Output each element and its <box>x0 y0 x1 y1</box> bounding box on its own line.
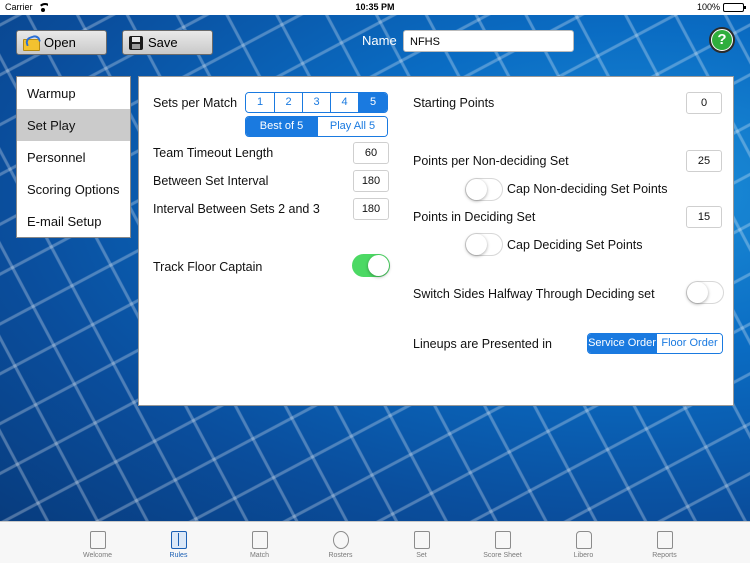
floppy-disk-icon <box>129 35 143 50</box>
name-input[interactable]: NFHS <box>403 30 574 52</box>
lineup-floor-order[interactable]: Floor Order <box>656 334 722 353</box>
save-button[interactable]: Save <box>122 30 213 55</box>
match-format-best-of[interactable]: Best of 5 <box>246 117 317 136</box>
save-button-label: Save <box>148 35 178 50</box>
help-icon: ? <box>712 30 732 50</box>
interval-sets-2-3-label: Interval Between Sets 2 and 3 <box>153 202 320 216</box>
between-set-interval-label: Between Set Interval <box>153 174 269 188</box>
battery-icon <box>723 3 746 12</box>
sidebar-item-label: Scoring Options <box>27 182 120 197</box>
lineup-service-order[interactable]: Service Order <box>588 334 656 353</box>
status-time: 10:35 PM <box>355 2 395 12</box>
tab-match[interactable]: Match <box>219 522 300 563</box>
tab-bar: Welcome Rules Match Rosters Set Score Sh… <box>0 521 750 563</box>
points-non-deciding-label: Points per Non-deciding Set <box>413 154 569 168</box>
main-stage: Open Save Name NFHS ? Warmup Set Play Pe… <box>0 15 750 521</box>
tab-libero[interactable]: Libero <box>543 522 624 563</box>
interval-sets-2-3-field[interactable]: 180 <box>353 198 389 220</box>
lineup-order-segmented: Service Order Floor Order <box>587 333 723 354</box>
tab-label: Welcome <box>82 552 113 559</box>
switch-sides-toggle[interactable] <box>686 281 724 304</box>
battery-percent: 100% <box>696 2 720 12</box>
tab-label: Libero <box>573 552 594 559</box>
sets-option-2[interactable]: 2 <box>274 93 302 112</box>
tab-label: Set <box>416 552 427 559</box>
track-floor-captain-label: Track Floor Captain <box>153 260 263 274</box>
sets-per-match-label: Sets per Match <box>153 96 238 110</box>
points-deciding-field[interactable]: 15 <box>686 206 722 228</box>
points-non-deciding-field[interactable]: 25 <box>686 150 722 172</box>
volleyball-icon <box>251 531 268 549</box>
team-timeout-label: Team Timeout Length <box>153 146 274 160</box>
rules-sidebar: Warmup Set Play Personnel Scoring Option… <box>16 76 131 238</box>
tab-score-sheet[interactable]: Score Sheet <box>462 522 543 563</box>
open-button-label: Open <box>44 35 76 50</box>
help-button[interactable]: ? <box>709 27 735 53</box>
starting-points-field[interactable]: 0 <box>686 92 722 114</box>
tab-label: Score Sheet <box>483 552 522 559</box>
tab-label: Rules <box>169 552 188 559</box>
track-floor-captain-toggle[interactable] <box>352 254 390 277</box>
sidebar-item-warmup[interactable]: Warmup <box>17 77 130 109</box>
starting-points-label: Starting Points <box>413 96 495 110</box>
sidebar-item-label: Set Play <box>27 118 76 133</box>
sidebar-item-scoring-options[interactable]: Scoring Options <box>17 173 130 205</box>
open-button[interactable]: Open <box>16 30 107 55</box>
sets-option-4[interactable]: 4 <box>330 93 358 112</box>
tab-label: Rosters <box>328 552 353 559</box>
report-icon <box>656 531 673 549</box>
lineups-presented-label: Lineups are Presented in <box>413 337 552 351</box>
sets-option-5[interactable]: 5 <box>358 93 387 112</box>
sidebar-item-email-setup[interactable]: E-mail Setup <box>17 205 130 237</box>
tab-rosters[interactable]: Rosters <box>300 522 381 563</box>
cap-non-deciding-label: Cap Non-deciding Set Points <box>507 182 668 196</box>
tab-label: Match <box>249 552 270 559</box>
set-play-panel: Sets per Match 1 2 3 4 5 Best of 5 Play … <box>138 76 734 406</box>
tab-set[interactable]: Set <box>381 522 462 563</box>
sidebar-item-set-play[interactable]: Set Play <box>17 109 130 141</box>
net-icon <box>413 531 430 549</box>
tab-reports[interactable]: Reports <box>624 522 705 563</box>
jersey-icon <box>575 531 592 549</box>
between-set-interval-field[interactable]: 180 <box>353 170 389 192</box>
cap-deciding-toggle[interactable] <box>465 233 503 256</box>
sidebar-item-label: Personnel <box>27 150 86 165</box>
door-icon <box>89 531 106 549</box>
sets-per-match-segmented: 1 2 3 4 5 <box>245 92 388 113</box>
sets-option-1[interactable]: 1 <box>246 93 274 112</box>
cap-deciding-label: Cap Deciding Set Points <box>507 238 643 252</box>
points-deciding-label: Points in Deciding Set <box>413 210 536 224</box>
sidebar-item-label: Warmup <box>27 86 76 101</box>
status-bar: Carrier 10:35 PM 100% <box>0 0 750 15</box>
team-timeout-field[interactable]: 60 <box>353 142 389 164</box>
people-icon <box>332 531 349 549</box>
cap-non-deciding-toggle[interactable] <box>465 178 503 201</box>
sets-option-3[interactable]: 3 <box>302 93 330 112</box>
tab-label: Reports <box>652 552 677 559</box>
book-icon <box>170 531 187 549</box>
match-format-play-all[interactable]: Play All 5 <box>317 117 387 136</box>
switch-sides-label: Switch Sides Halfway Through Deciding se… <box>413 287 655 301</box>
tab-welcome[interactable]: Welcome <box>57 522 138 563</box>
name-label: Name <box>362 33 397 48</box>
sidebar-item-label: E-mail Setup <box>27 214 102 229</box>
scoresheet-icon <box>494 531 511 549</box>
match-format-segmented: Best of 5 Play All 5 <box>245 116 388 137</box>
folder-open-icon <box>23 36 40 51</box>
sidebar-item-personnel[interactable]: Personnel <box>17 141 130 173</box>
tab-rules[interactable]: Rules <box>138 522 219 563</box>
